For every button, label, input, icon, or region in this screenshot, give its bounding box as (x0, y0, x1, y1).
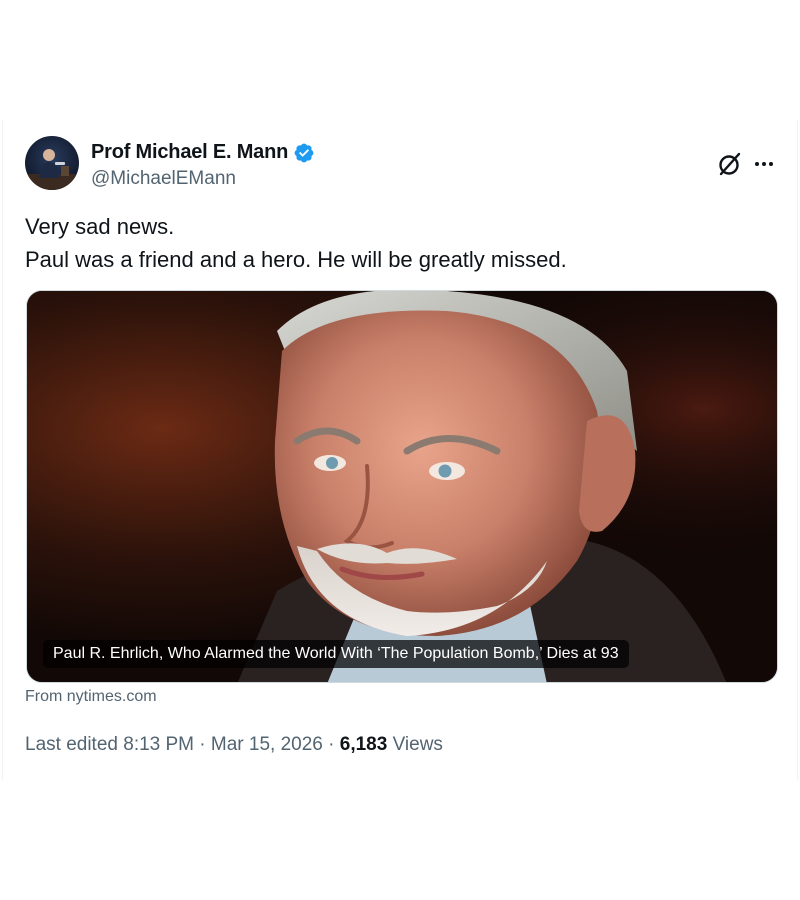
author-handle[interactable]: @MichaelEMann (91, 168, 315, 190)
views-label: Views (392, 734, 443, 755)
edited-prefix: Last edited (25, 734, 118, 755)
link-card-image[interactable]: Paul R. Ehrlich, Who Alarmed the World W… (26, 290, 778, 683)
tweet-header: Prof Michael E. Mann @MichaelEMann (25, 136, 777, 192)
portrait-photo (27, 291, 777, 682)
tweet-meta: Last edited 8:13 PM · Mar 15, 2026 · 6,1… (25, 734, 443, 756)
meta-separator: · (199, 734, 206, 755)
tweet-date: Mar 15, 2026 (210, 734, 323, 755)
more-horizontal-icon[interactable] (753, 155, 775, 173)
views-count: 6,183 (339, 734, 388, 755)
card-headline: Paul R. Ehrlich, Who Alarmed the World W… (43, 640, 629, 668)
author-names: Prof Michael E. Mann @MichaelEMann (91, 140, 315, 190)
meta-separator: · (328, 734, 335, 755)
edited-timestamp[interactable]: Last edited 8:13 PM · Mar 15, 2026 (25, 734, 323, 755)
tweet-time: 8:13 PM (123, 734, 195, 755)
tweet-text-line: Paul was a friend and a hero. He will be… (25, 247, 567, 272)
tweet-card[interactable]: Prof Michael E. Mann @MichaelEMann Very … (2, 120, 798, 780)
display-name-row: Prof Michael E. Mann (91, 140, 315, 164)
verified-badge-icon[interactable] (293, 142, 315, 164)
display-name[interactable]: Prof Michael E. Mann (91, 141, 288, 164)
grok-icon[interactable] (717, 151, 743, 177)
card-source-link[interactable]: From nytimes.com (25, 688, 157, 706)
tweet-text: Very sad news. Paul was a friend and a h… (25, 210, 777, 276)
tweet-text-line: Very sad news. (25, 214, 175, 239)
avatar[interactable] (25, 136, 79, 190)
